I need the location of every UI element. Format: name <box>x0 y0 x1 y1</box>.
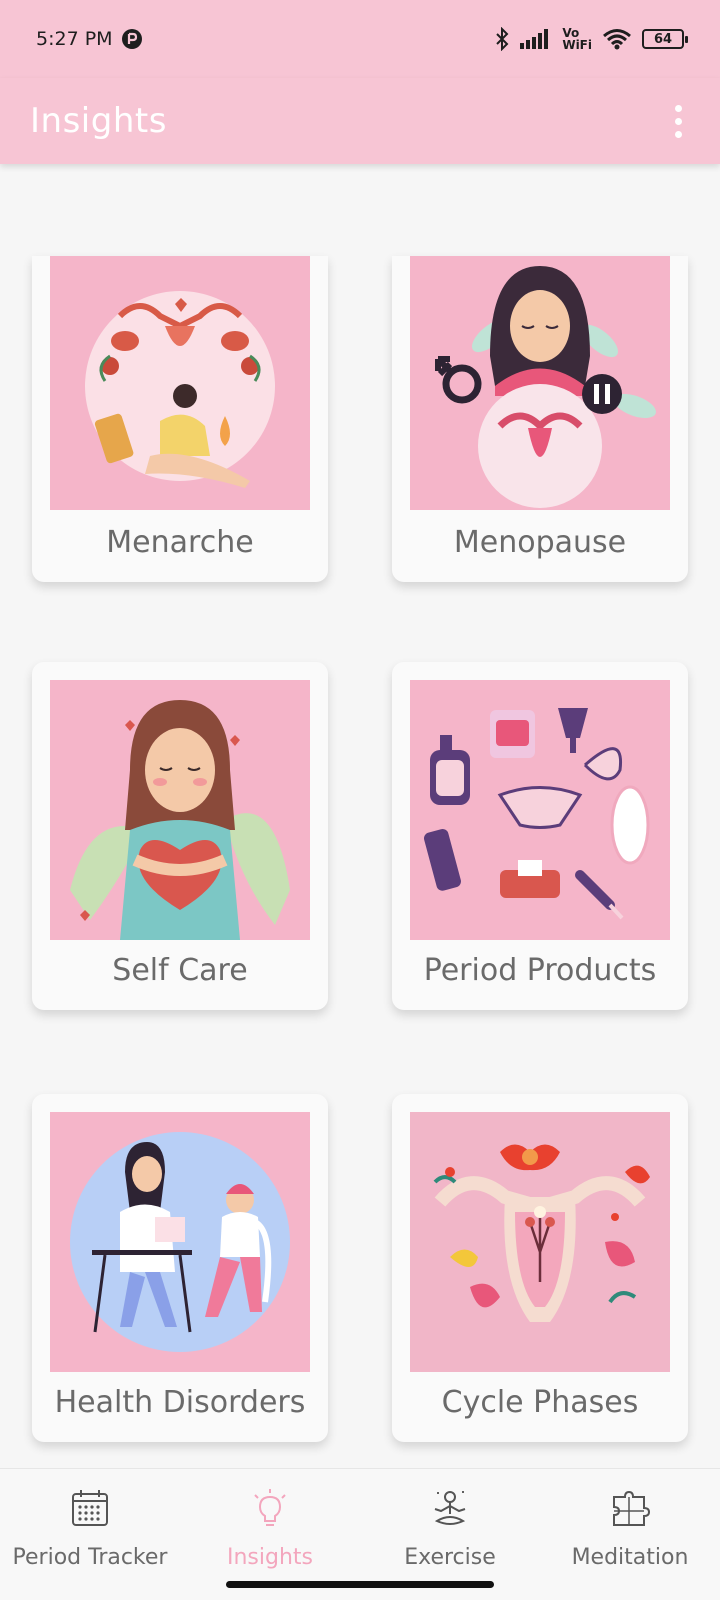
vpn-icon <box>121 29 142 49</box>
card-label: Period Products <box>423 953 657 988</box>
nav-insights[interactable]: Insights <box>180 1487 360 1570</box>
status-time: 5:27 PM <box>36 28 113 50</box>
app-bar: Insights <box>0 78 720 164</box>
health-disorders-illustration <box>50 1112 310 1372</box>
meditating-person-icon <box>434 1491 466 1525</box>
menopause-illustration <box>410 256 670 510</box>
vowifi-label: Vo WiFi <box>562 26 592 52</box>
nav-period-tracker[interactable]: Period Tracker <box>0 1487 180 1570</box>
nav-label: Insights <box>226 1545 313 1570</box>
card-cycle-phases[interactable]: Cycle Phases <box>392 1094 688 1442</box>
lightbulb-icon <box>254 1489 286 1526</box>
home-indicator[interactable] <box>226 1581 494 1588</box>
nav-label: Exercise <box>404 1545 496 1570</box>
calendar-icon <box>72 1490 108 1526</box>
bluetooth-icon <box>496 27 509 51</box>
wifi-icon <box>603 29 631 50</box>
period-products-illustration <box>410 680 670 940</box>
nav-meditation[interactable]: Meditation <box>540 1487 720 1570</box>
overflow-menu-icon[interactable] <box>667 97 690 146</box>
page-title: Insights <box>30 101 167 141</box>
signal-icon <box>520 29 549 49</box>
cycle-phases-illustration <box>410 1112 670 1372</box>
card-label: Menarche <box>106 525 254 560</box>
self-care-illustration <box>50 680 310 940</box>
insights-grid: Menarche Menopause Self Care Period Prod… <box>0 164 720 1468</box>
status-left: 5:27 PM <box>36 28 143 50</box>
nav-label: Period Tracker <box>12 1545 168 1570</box>
card-label: Health Disorders <box>54 1385 306 1420</box>
menarche-illustration <box>50 256 310 510</box>
card-period-products[interactable]: Period Products <box>392 662 688 1010</box>
card-label: Cycle Phases <box>441 1385 639 1420</box>
battery-indicator: 64 <box>642 29 688 49</box>
puzzle-icon <box>613 1490 651 1526</box>
card-label: Self Care <box>112 953 248 988</box>
card-label: Menopause <box>453 525 627 560</box>
card-self-care[interactable]: Self Care <box>32 662 328 1010</box>
status-right: Vo WiFi 64 <box>494 26 688 52</box>
nav-exercise[interactable]: Exercise <box>360 1487 540 1570</box>
status-bar: 5:27 PM Vo WiFi 64 <box>0 0 720 78</box>
card-menarche[interactable]: Menarche <box>32 256 328 582</box>
card-health-disorders[interactable]: Health Disorders <box>32 1094 328 1442</box>
nav-label: Meditation <box>571 1545 689 1570</box>
card-menopause[interactable]: Menopause <box>392 256 688 582</box>
